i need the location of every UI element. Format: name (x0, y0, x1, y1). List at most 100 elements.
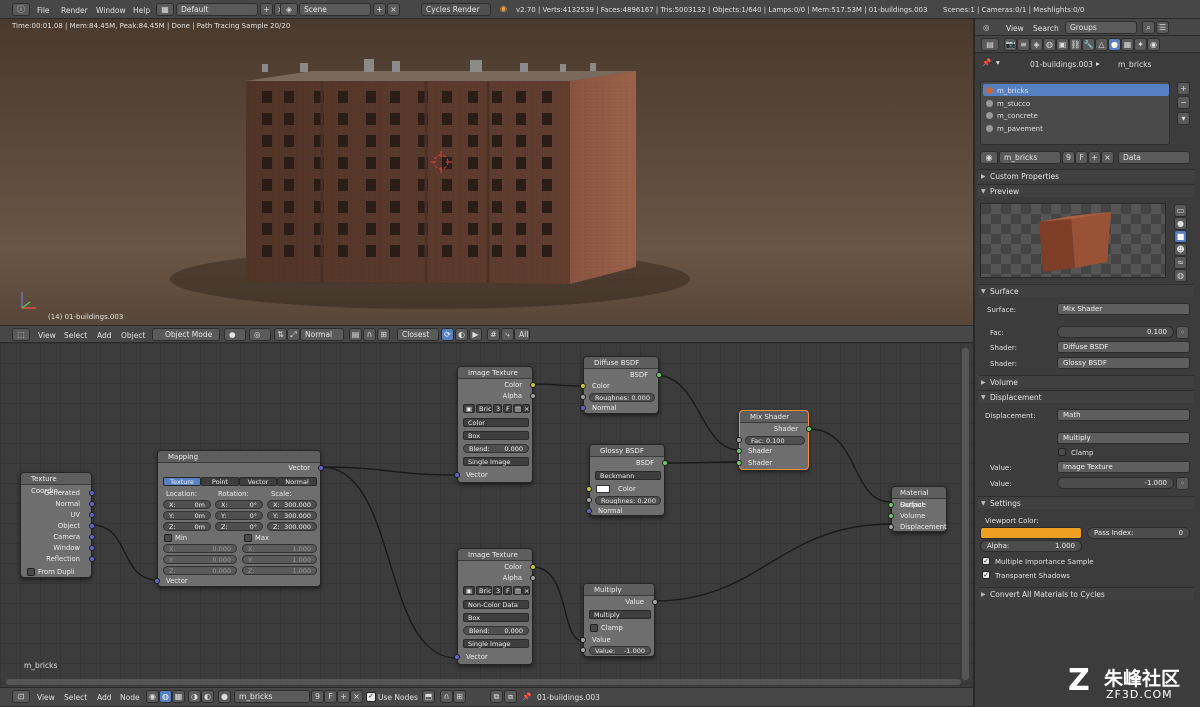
add-scene-button[interactable]: + (373, 3, 386, 16)
math-value-in-socket[interactable] (580, 637, 586, 643)
img1-source[interactable]: Single Image (463, 457, 529, 466)
node-copy-icon[interactable]: ⧉ (490, 690, 503, 703)
img2-blend-field[interactable]: Blend: 0.000 (463, 626, 529, 635)
socket-window[interactable] (89, 545, 95, 551)
glossy-bsdf-node[interactable]: Glossy BSDF BSDF Beckmann Color Roughnes… (586, 444, 668, 516)
panel-settings[interactable]: Settings (978, 496, 1194, 510)
viewport-color-swatch[interactable] (980, 527, 1082, 539)
grid-icon[interactable]: # (487, 328, 500, 341)
img2-users[interactable]: 3 (493, 586, 502, 595)
scene-field[interactable]: Scene (299, 3, 371, 16)
image-texture-1-title[interactable]: Image Texture (458, 367, 532, 379)
ne-menu-node[interactable]: Node (120, 693, 140, 702)
snap-node-icon[interactable]: ∩ (440, 690, 453, 703)
glossy-normal-socket[interactable] (586, 508, 592, 514)
tab-data-icon[interactable]: △ (1095, 38, 1108, 51)
img1-alpha-out-socket[interactable] (530, 393, 536, 399)
outliner-find-icon[interactable]: ⌕ (1142, 21, 1155, 34)
value2-field[interactable]: -1.000 (1057, 477, 1174, 489)
add-slot-button[interactable]: + (1177, 82, 1190, 95)
vp-menu-add[interactable]: Add (97, 331, 112, 340)
screen-layout-icon[interactable]: ▦ (156, 3, 174, 16)
outliner-filter-icon[interactable]: ☰ (1156, 21, 1169, 34)
outliner-search-icon[interactable]: ◎ (983, 23, 990, 32)
material-name-field[interactable]: m_bricks (234, 690, 310, 703)
image-texture-node-1[interactable]: Image Texture Color Alpha ▣ Bric 3 F ▤ ×… (454, 366, 536, 483)
pass-index-field[interactable]: Pass Index: 0 (1087, 527, 1190, 539)
loc-y-field[interactable]: Y: 0m (163, 511, 211, 520)
tab-physics-icon[interactable]: ◉ (1147, 38, 1160, 51)
img1-color-space[interactable]: Color (463, 418, 529, 427)
texture-coordinate-node[interactable]: Texture Coordin... Generated Normal UV O… (20, 472, 95, 578)
diffuse-normal-socket[interactable] (580, 405, 586, 411)
img1-blend-field[interactable]: Blend: 0.000 (463, 444, 529, 453)
manipulator-icon[interactable]: ⇅ (274, 328, 287, 341)
slot-m-pavement[interactable]: m_pavement (997, 125, 1043, 133)
preview-hair-icon[interactable]: ≈ (1174, 256, 1187, 269)
tab-world-icon[interactable]: ◍ (1043, 38, 1056, 51)
viewport-alpha-field[interactable]: Alpha: 1.000 (980, 540, 1082, 552)
node-paste-icon[interactable]: ⧈ (504, 690, 517, 703)
tab-modifiers-icon[interactable]: 🔧 (1082, 38, 1095, 51)
glossy-distribution-dropdown[interactable]: Beckmann (595, 471, 661, 480)
max-x-field[interactable]: X: 1.000 (242, 544, 317, 553)
prop-clamp-checkbox[interactable] (1058, 448, 1066, 456)
max-y-field[interactable]: Y: 1.000 (242, 555, 317, 564)
img2-image-name[interactable]: Bric (476, 586, 492, 595)
img2-fake-user[interactable]: F (503, 586, 512, 595)
snap-element-icon[interactable]: ⊞ (377, 328, 390, 341)
mix-shader1-socket[interactable] (736, 448, 742, 454)
slot-m-concrete[interactable]: m_concrete (997, 112, 1038, 120)
material-fake-user[interactable]: F (324, 690, 337, 703)
pivot-dropdown[interactable]: ◎ (249, 328, 271, 341)
tab-constraints-icon[interactable]: ⛓ (1069, 38, 1082, 51)
math-operation-field[interactable]: Multiply (1057, 432, 1190, 444)
vp-menu-select[interactable]: Select (64, 331, 87, 340)
opengl-render-icon[interactable]: ◐ (455, 328, 468, 341)
img2-open-icon[interactable]: ▤ (513, 586, 522, 595)
tab-render-icon[interactable]: 📷 (1004, 38, 1017, 51)
mode-dropdown[interactable]: Object Mode (152, 328, 220, 341)
material-users[interactable]: 9 (311, 690, 324, 703)
tab-texture-icon[interactable]: ▦ (1121, 38, 1134, 51)
img2-alpha-out-socket[interactable] (530, 575, 536, 581)
all-button[interactable]: All (514, 328, 530, 341)
glossy-bsdf-title[interactable]: Glossy BSDF (590, 445, 664, 457)
backdrop-icon[interactable]: ⬒ (422, 690, 435, 703)
prop-material-unlink[interactable]: × (1101, 151, 1114, 164)
surface-shader-field[interactable]: Mix Shader (1057, 303, 1190, 315)
diffuse-color-socket[interactable] (580, 383, 586, 389)
viewport-shading-dropdown[interactable]: ● (224, 328, 246, 341)
texture-coordinate-title[interactable]: Texture Coordin... (21, 473, 91, 495)
panel-displacement[interactable]: Displacement (978, 390, 1194, 404)
menu-window[interactable]: Window (96, 6, 126, 15)
menu-help[interactable]: Help (133, 6, 150, 15)
value-node-field[interactable]: Image Texture (1057, 461, 1190, 473)
preview-cube-icon[interactable]: ■ (1174, 230, 1187, 243)
render-anim-icon[interactable]: ▶ (469, 328, 482, 341)
img2-projection[interactable]: Box (463, 613, 529, 622)
shader-tree-icon[interactable]: ◉ (146, 690, 159, 703)
img2-image-browse[interactable]: ▣ (463, 586, 475, 595)
remove-scene-button[interactable]: × (387, 3, 400, 16)
menu-file[interactable]: File (37, 6, 50, 15)
mix-shader-node[interactable]: Mix Shader Shader Fac: 0.100 Shader Shad… (736, 410, 812, 470)
node-editor-icon[interactable]: ⊡ (12, 690, 30, 703)
socket-normal[interactable] (89, 501, 95, 507)
socket-object[interactable] (89, 523, 95, 529)
scene-icon[interactable]: ◈ (280, 3, 298, 16)
remove-slot-button[interactable]: − (1177, 96, 1190, 109)
glossy-color-socket[interactable] (586, 486, 592, 492)
diffuse-roughness-socket[interactable] (580, 394, 586, 400)
img1-open-icon[interactable]: ▤ (513, 404, 522, 413)
socket-camera[interactable] (89, 534, 95, 540)
tab-layers-icon[interactable]: ≡ (1017, 38, 1030, 51)
prop-material-users[interactable]: 9 (1062, 151, 1075, 164)
use-nodes-checkbox[interactable]: ✓ (366, 692, 376, 702)
diffuse-roughness-field[interactable]: Roughnes: 0.000 (589, 393, 655, 402)
material-datablock-field[interactable]: m_bricks (999, 151, 1061, 164)
slot-m-bricks[interactable]: m_bricks (997, 87, 1028, 95)
render-engine-dropdown[interactable]: Cycles Render (421, 3, 491, 16)
math-operation-dropdown[interactable]: Multiply (589, 610, 651, 619)
ne-menu-add[interactable]: Add (97, 693, 112, 702)
